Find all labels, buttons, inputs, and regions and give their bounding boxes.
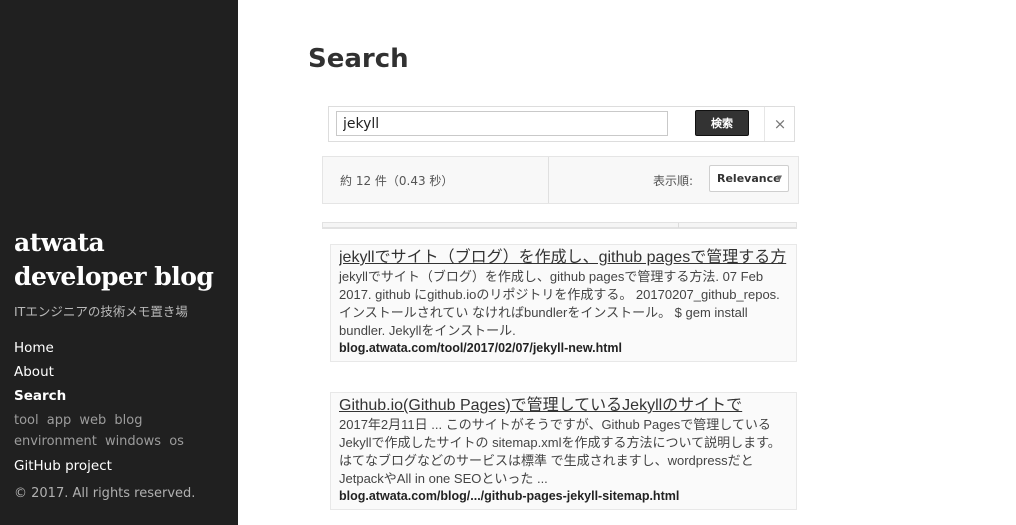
- nav-home-link[interactable]: Home: [14, 336, 224, 360]
- sort-order-select[interactable]: Relevance ▼: [709, 165, 789, 192]
- nav-search-link[interactable]: Search: [14, 384, 224, 408]
- clear-search-icon[interactable]: ×: [764, 107, 795, 141]
- result-title-link[interactable]: Github.io(Github Pages)で管理しているJekyllのサイト…: [339, 396, 788, 415]
- category-link[interactable]: blog: [114, 413, 142, 428]
- sidebar: atwata developer blog ITエンジニアの技術メモ置き場 Ho…: [0, 0, 238, 525]
- search-box: 検索 ×: [328, 106, 795, 142]
- result-count: 約 12 件（0.43 秒）: [340, 174, 454, 188]
- chevron-down-icon: ▼: [776, 174, 782, 182]
- brand-line-1: atwata: [14, 228, 105, 257]
- search-button[interactable]: 検索: [695, 110, 749, 136]
- results-divider: [322, 222, 797, 229]
- result-info-bar: 約 12 件（0.43 秒） 表示順: Relevance ▼: [322, 156, 799, 204]
- category-link[interactable]: web: [79, 413, 106, 428]
- sidebar-nav: Home About Search tool app web blog envi…: [14, 336, 224, 478]
- category-link[interactable]: tool: [14, 413, 39, 428]
- page-title: Search: [308, 44, 409, 74]
- result-title-link[interactable]: jekyllでサイト（ブログ）を作成し、github pagesで管理する方: [339, 248, 788, 267]
- sort-order-value: Relevance: [717, 172, 781, 185]
- brand-line-2: developer blog: [14, 262, 214, 291]
- result-snippet: jekyllでサイト（ブログ）を作成し、github pagesで管理する方法.…: [339, 269, 780, 338]
- category-link[interactable]: environment: [14, 434, 97, 449]
- result-url: blog.atwata.com/blog/.../github-pages-je…: [339, 489, 680, 503]
- nav-github-link[interactable]: GitHub project: [14, 454, 224, 478]
- nav-about-link[interactable]: About: [14, 360, 224, 384]
- result-url: blog.atwata.com/tool/2017/02/07/jekyll-n…: [339, 341, 622, 355]
- copyright: © 2017. All rights reserved.: [14, 486, 196, 501]
- search-result: Github.io(Github Pages)で管理しているJekyllのサイト…: [330, 392, 797, 510]
- search-input[interactable]: [336, 111, 668, 136]
- info-divider: [548, 157, 549, 203]
- category-list: tool app web blog environment windows os: [14, 410, 224, 452]
- site-brand[interactable]: atwata developer blog: [14, 226, 214, 294]
- site-tagline: ITエンジニアの技術メモ置き場: [14, 304, 188, 319]
- result-snippet: 2017年2月11日 ... このサイトがそうですが、Github Pagesで…: [339, 417, 781, 486]
- divider-tick: [678, 223, 679, 228]
- search-result: jekyllでサイト（ブログ）を作成し、github pagesで管理する方 j…: [330, 244, 797, 362]
- sort-label: 表示順:: [653, 174, 694, 188]
- category-link[interactable]: os: [169, 434, 184, 449]
- category-link[interactable]: windows: [105, 434, 161, 449]
- category-link[interactable]: app: [47, 413, 71, 428]
